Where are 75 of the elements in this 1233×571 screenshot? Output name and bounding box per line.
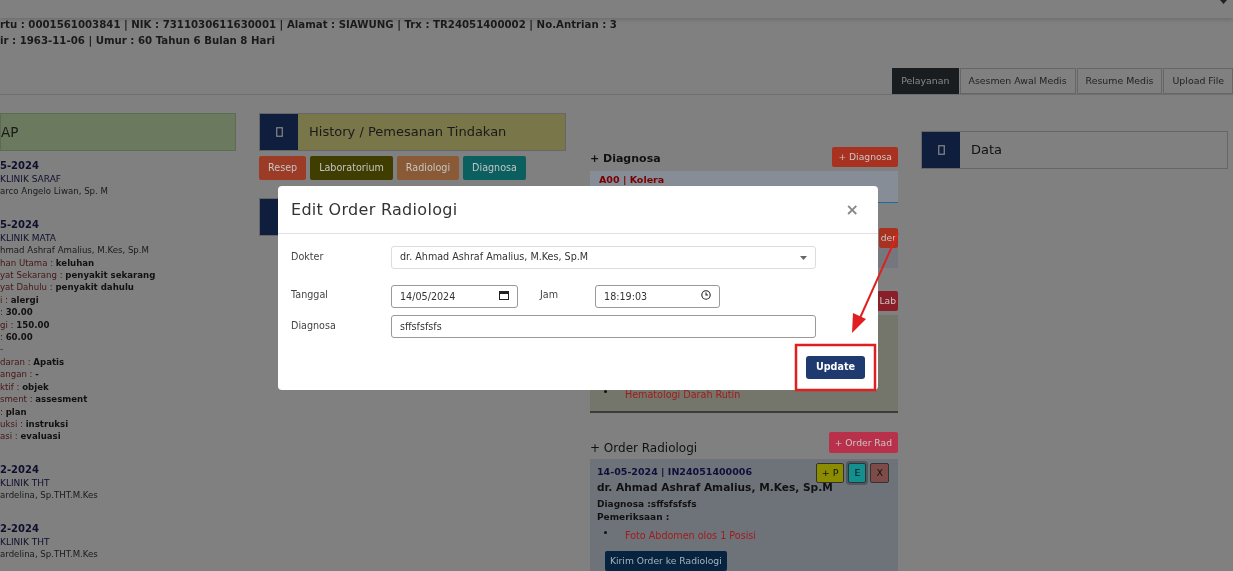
caret-icon[interactable] bbox=[1220, 0, 1227, 5]
detail-line: : 30.00 bbox=[0, 306, 34, 319]
diagnosis-item: A00 | Kolera bbox=[599, 173, 666, 187]
exam-item: Hematologi Darah Rutin bbox=[625, 387, 741, 402]
calendar-icon[interactable] bbox=[499, 289, 509, 300]
clinic-name: KLINIK MATA bbox=[0, 231, 57, 245]
caret-icon bbox=[800, 255, 807, 260]
detail-line: : plan bbox=[0, 405, 28, 418]
doctor-name: hmad Ashraf Amalius, M.Kes, Sp.M bbox=[0, 244, 150, 257]
square-icon bbox=[275, 127, 283, 137]
send-button[interactable]: Kirim Order ke Radiologi bbox=[605, 551, 727, 571]
date-field[interactable]: 14/05/2024 bbox=[391, 285, 518, 308]
detail-line: uksi : instruksi bbox=[0, 417, 70, 431]
doctor-name: ardelina, Sp.THT.M.Kes bbox=[0, 489, 99, 502]
action-button[interactable]: X bbox=[870, 463, 889, 483]
detail-line: gi : 150.00 bbox=[0, 318, 51, 332]
visit-date: 2-2024 bbox=[0, 462, 40, 477]
tab[interactable]: Pelayanan bbox=[892, 68, 959, 94]
section-title: + Order Radiologi bbox=[590, 440, 698, 457]
doctor-name: ardelina, Sp.THT.M.Kes bbox=[0, 547, 99, 561]
detail-line: yat Sekarang : penyakit sekarang bbox=[0, 269, 157, 282]
detail-line: angan : - bbox=[0, 368, 40, 381]
bullet-icon bbox=[604, 530, 607, 534]
action-button[interactable]: E bbox=[848, 463, 867, 483]
add-button[interactable]: + Diagnosa bbox=[832, 147, 898, 167]
field-label: Jam bbox=[540, 288, 559, 303]
detail-line: ktif : objek bbox=[0, 380, 50, 394]
add-button[interactable]: Lab bbox=[877, 291, 898, 311]
add-button[interactable]: + Order Rad bbox=[828, 432, 898, 453]
exam-item: Foto Abdomen olos 1 Posisi bbox=[625, 528, 756, 543]
detail-line: han Utama : keluhan bbox=[0, 256, 96, 270]
category-button[interactable]: Laboratorium bbox=[310, 156, 393, 180]
doctor-name: dr. Ahmad Ashraf Amalius, M.Kes, Sp.M bbox=[597, 480, 834, 495]
category-button[interactable]: Radiologi bbox=[396, 156, 460, 180]
detail-line: i : alergi bbox=[0, 293, 40, 307]
update-button[interactable]: Update bbox=[805, 356, 865, 379]
modal-title: Edit Order Radiologi bbox=[291, 198, 458, 221]
square-icon bbox=[937, 145, 945, 155]
add-button[interactable]: der bbox=[878, 228, 898, 248]
tab[interactable]: Asesmen Awal Medis bbox=[959, 68, 1076, 94]
detail-line: : 60.00 bbox=[0, 331, 34, 344]
doctor-name: arco Angelo Liwan, Sp. M bbox=[0, 185, 109, 198]
visit-date: 5-2024 bbox=[0, 159, 40, 173]
close-button[interactable]: × bbox=[839, 197, 865, 222]
patient-info: rtu : 0001561003841 | NIK : 7311030611630001 | Alamat : SIAWUNG | Trx : TR24051400002 | No.Antrian : 3 bbox=[0, 18, 618, 33]
time-field[interactable]: 18:19:03 bbox=[595, 285, 721, 308]
clock-icon[interactable] bbox=[701, 289, 712, 300]
field-label: Dokter bbox=[291, 250, 325, 265]
clinic-name: KLINIK THT bbox=[0, 476, 51, 490]
bullet-icon bbox=[604, 389, 607, 393]
patient-info: ir : 1963-11-06 | Umur : 60 Tahun 6 Bulan 8 Hari bbox=[0, 34, 276, 49]
detail-line: yat Dahulu : penyakit dahulu bbox=[0, 281, 135, 294]
dropdown-field[interactable]: dr. Ahmad Ashraf Amalius, M.Kes, Sp.M bbox=[391, 246, 816, 269]
detail-line: asi : evaluasi bbox=[0, 430, 62, 443]
category-button[interactable]: Diagnosa bbox=[463, 156, 526, 180]
detail-line: - bbox=[0, 343, 5, 356]
detail-line: sment : assesment bbox=[0, 393, 89, 406]
field-label: Tanggal bbox=[291, 288, 329, 303]
clinic-name: KLINIK SARAF bbox=[0, 173, 62, 186]
action-button[interactable]: + P bbox=[815, 463, 845, 483]
clinic-name: KLINIK THT bbox=[0, 535, 51, 548]
input-field[interactable]: sffsfsfsfs bbox=[391, 315, 816, 338]
visit-date: 5-2024 bbox=[0, 217, 40, 232]
tab[interactable]: Upload File bbox=[1163, 68, 1233, 94]
visit-date: 2-2024 bbox=[0, 521, 40, 536]
exam-label: Pemeriksaan : bbox=[597, 510, 671, 524]
order-header: 14-05-2024 | IN24051400006 bbox=[597, 465, 753, 479]
tab[interactable]: Resume Medis bbox=[1076, 68, 1163, 94]
detail-line: daran : Apatis bbox=[0, 355, 66, 369]
panel-header: AP bbox=[0, 113, 236, 151]
panel-header: History / Pemesanan Tindakan bbox=[298, 114, 565, 150]
category-button[interactable]: Resep bbox=[259, 156, 307, 180]
diagnosis-text: Diagnosa :sffsfsfsfs bbox=[597, 497, 698, 511]
section-title: + Diagnosa bbox=[590, 150, 661, 167]
field-label: Diagnosa bbox=[291, 319, 337, 334]
